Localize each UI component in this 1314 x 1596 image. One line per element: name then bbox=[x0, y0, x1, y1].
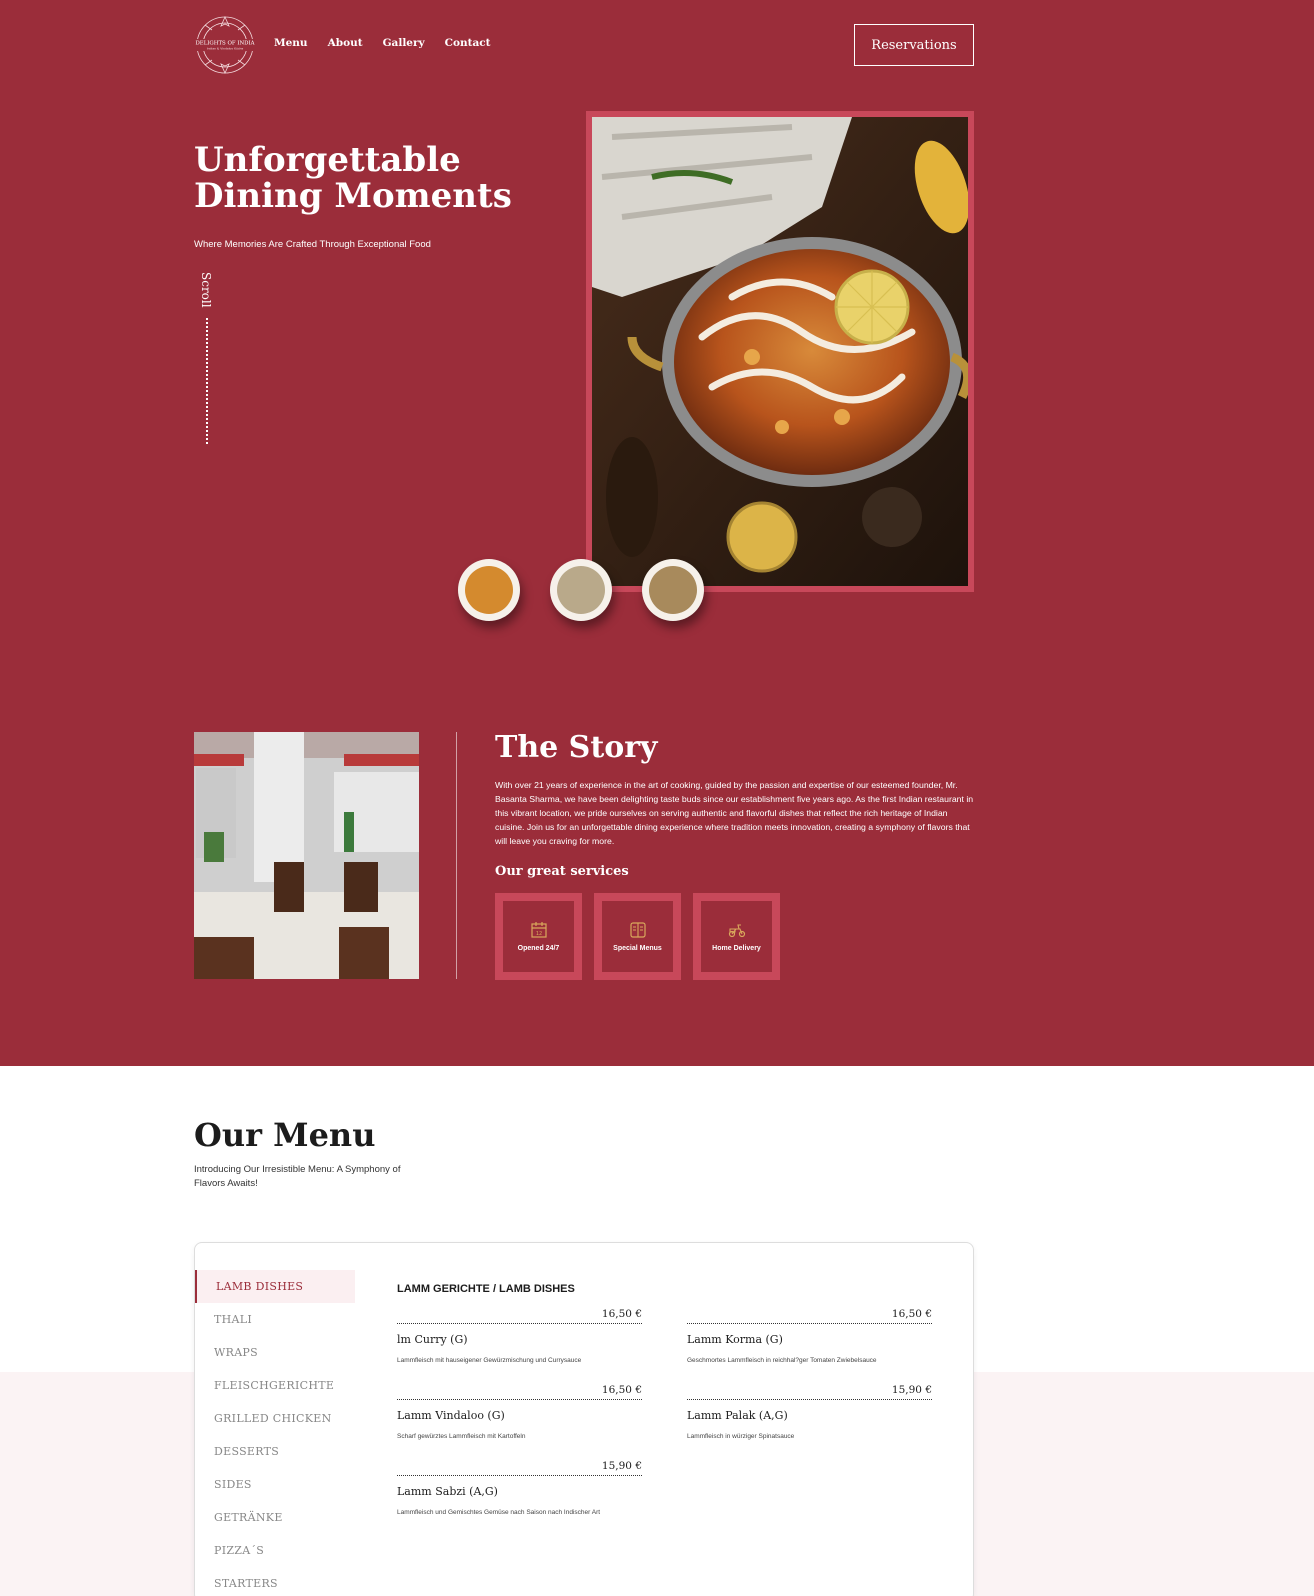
spice-bowl-cumin[interactable] bbox=[642, 559, 704, 621]
menu-item: 16,50 € lm Curry (G) Lammfleisch mit hau… bbox=[397, 1308, 642, 1364]
menu-item: 16,50 € Lamm Vindaloo (G) Scharf gewürzt… bbox=[397, 1384, 642, 1440]
menu-category-lamb-dishes[interactable]: LAMB DISHES bbox=[195, 1270, 355, 1303]
menu-item-price: 16,50 € bbox=[397, 1308, 642, 1324]
service-label: Opened 24/7 bbox=[517, 945, 560, 952]
scooter-icon bbox=[728, 924, 745, 938]
menu-category-sides[interactable]: SIDES bbox=[195, 1468, 355, 1501]
menu-card: LAMB DISHES THALI WRAPS FLEISCHGERICHTE … bbox=[194, 1242, 974, 1596]
curry-dish-photo bbox=[592, 117, 968, 586]
scroll-label: Scroll bbox=[199, 272, 213, 308]
nav-gallery-link[interactable]: Gallery bbox=[383, 37, 425, 49]
menu-category-pizzas[interactable]: PIZZA´S bbox=[195, 1534, 355, 1567]
menu-item-description: Lammfleisch und Gemischtes Gemüse nach S… bbox=[397, 1509, 601, 1516]
menu-book-icon bbox=[629, 922, 646, 938]
restaurant-logo[interactable]: DELIGHTS OF INDIA Indian & Vindaloo Küch… bbox=[194, 14, 256, 76]
menu-item-description: Lammfleisch mit hauseigener Gewürzmischu… bbox=[397, 1357, 582, 1364]
menu-item: 16,50 € Lamm Korma (G) Geschmortes Lammf… bbox=[687, 1308, 932, 1364]
menu-item-description: Geschmortes Lammfleisch in reichhal?ger … bbox=[687, 1357, 877, 1364]
calendar-icon: 12 bbox=[530, 922, 547, 938]
nav-about-link[interactable]: About bbox=[328, 37, 363, 49]
menu-item-price: 15,90 € bbox=[397, 1460, 642, 1476]
nav-contact-link[interactable]: Contact bbox=[445, 37, 491, 49]
menu-item-name: Lamm Sabzi (A,G) bbox=[397, 1485, 498, 1498]
menu-section-title: LAMM GERICHTE / LAMB DISHES bbox=[397, 1283, 575, 1295]
menu-category-starters[interactable]: STARTERS bbox=[195, 1567, 355, 1596]
menu-category-fleischgerichte[interactable]: FLEISCHGERICHTE bbox=[195, 1369, 355, 1402]
story-title: The Story bbox=[495, 730, 658, 765]
menu-category-list: LAMB DISHES THALI WRAPS FLEISCHGERICHTE … bbox=[195, 1270, 355, 1596]
menu-item-price: 15,90 € bbox=[687, 1384, 932, 1400]
menu-category-wraps[interactable]: WRAPS bbox=[195, 1336, 355, 1369]
svg-text:Indian & Vindaloo Küche: Indian & Vindaloo Küche bbox=[207, 47, 244, 51]
menu-category-desserts[interactable]: DESSERTS bbox=[195, 1435, 355, 1468]
scroll-dotted-line bbox=[206, 318, 208, 444]
service-card-opened-247[interactable]: 12 Opened 24/7 bbox=[495, 893, 582, 980]
reservations-button[interactable]: Reservations bbox=[854, 24, 974, 66]
main-nav: Menu About Gallery Contact bbox=[274, 37, 491, 49]
menu-subtitle: Introducing Our Irresistible Menu: A Sym… bbox=[194, 1164, 401, 1189]
menu-item-name: lm Curry (G) bbox=[397, 1333, 468, 1346]
menu-title: Our Menu bbox=[194, 1116, 376, 1154]
spice-bowl-turmeric[interactable] bbox=[458, 559, 520, 621]
hero-image-frame bbox=[586, 111, 974, 592]
menu-item-name: Lamm Vindaloo (G) bbox=[397, 1409, 505, 1422]
menu-item-description: Lammfleisch in würziger Spinatsauce bbox=[687, 1433, 795, 1440]
story-divider bbox=[456, 732, 457, 979]
services-title: Our great services bbox=[495, 864, 629, 879]
restaurant-interior-photo bbox=[194, 732, 419, 979]
menu-category-getraenke[interactable]: GETRÄNKE bbox=[195, 1501, 355, 1534]
spice-bowl-coriander[interactable] bbox=[550, 559, 612, 621]
menu-item-name: Lamm Palak (A,G) bbox=[687, 1409, 788, 1422]
nav-menu-link[interactable]: Menu bbox=[274, 37, 308, 49]
service-label: Special Menus bbox=[613, 945, 662, 952]
service-label: Home Delivery bbox=[712, 945, 761, 952]
menu-item-description: Scharf gewürztes Lammfleisch mit Kartoff… bbox=[397, 1433, 526, 1440]
menu-item-price: 16,50 € bbox=[397, 1384, 642, 1400]
story-text: With over 21 years of experience in the … bbox=[495, 780, 974, 846]
menu-item-name: Lamm Korma (G) bbox=[687, 1333, 783, 1346]
hero-subtitle: Where Memories Are Crafted Through Excep… bbox=[194, 239, 431, 250]
menu-item: 15,90 € Lamm Sabzi (A,G) Lammfleisch und… bbox=[397, 1460, 642, 1516]
menu-item: 15,90 € Lamm Palak (A,G) Lammfleisch in … bbox=[687, 1384, 932, 1440]
service-card-special-menus[interactable]: Special Menus bbox=[594, 893, 681, 980]
scroll-indicator[interactable]: Scroll bbox=[199, 272, 213, 444]
menu-category-grilled-chicken[interactable]: GRILLED CHICKEN bbox=[195, 1402, 355, 1435]
menu-category-thali[interactable]: THALI bbox=[195, 1303, 355, 1336]
svg-text:12: 12 bbox=[535, 931, 541, 937]
menu-item-price: 16,50 € bbox=[687, 1308, 932, 1324]
hero-title: Unforgettable Dining Moments bbox=[194, 140, 512, 216]
service-card-home-delivery[interactable]: Home Delivery bbox=[693, 893, 780, 980]
